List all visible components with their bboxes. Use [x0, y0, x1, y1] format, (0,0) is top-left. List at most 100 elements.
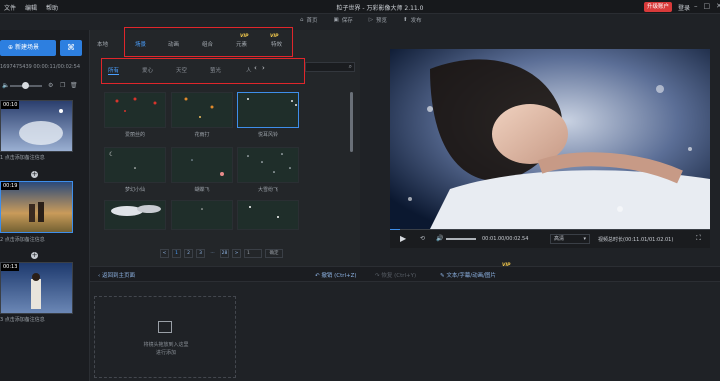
menu-edit[interactable]: 编辑	[25, 3, 37, 12]
back-label: 返回到主页面	[101, 273, 135, 279]
page-confirm-button[interactable]: 确定	[265, 249, 283, 258]
upgrade-button[interactable]: 升级账户	[644, 2, 672, 12]
page-28[interactable]: 28	[220, 249, 229, 258]
home-icon: ⌂	[300, 17, 304, 23]
effect-tile[interactable]	[104, 92, 166, 128]
login-button[interactable]: 登录	[678, 3, 690, 12]
player-controls: ▶ ⟲ 🔊 00:01.00/00:02.54 高清 ▾ 视频总时长(00:11.…	[390, 230, 710, 248]
save-button[interactable]: ▣ 保存	[334, 16, 353, 24]
preview-label: 预览	[375, 18, 387, 24]
menu-file[interactable]: 文件	[4, 3, 16, 12]
scene-number: 3	[0, 317, 4, 323]
home-button[interactable]: ⌂ 首页	[300, 16, 318, 24]
clarity-select[interactable]: 高清 ▾	[550, 234, 590, 244]
scene-time-badge: 00:13	[1, 263, 20, 271]
page-next[interactable]: >	[232, 249, 241, 258]
search-input[interactable]: ⌕	[305, 62, 355, 72]
video-frame	[390, 49, 710, 229]
library-scrollbar[interactable]	[350, 92, 353, 152]
page-2[interactable]: 2	[184, 249, 193, 258]
tile-image: ☾	[105, 148, 165, 182]
volume-row: 🔈 ⚙ ❐ 🗑	[2, 82, 82, 90]
effect-tile[interactable]	[171, 92, 233, 128]
trash-icon[interactable]: 🗑	[70, 82, 78, 89]
video-preview[interactable]	[390, 49, 710, 229]
tile-caption: 悦耳风铃	[257, 132, 278, 138]
tile-image	[172, 148, 232, 182]
tile-caption: 爱丽丝的	[124, 132, 145, 138]
close-icon[interactable]: ✕	[716, 2, 720, 10]
window-title: 粒子世界 - 万彩影像大师 2.11.0	[336, 5, 424, 12]
page-3[interactable]: 3	[196, 249, 205, 258]
drop-zone-text: 将镜头拖放到入这里 进行添加	[95, 341, 237, 357]
undo-button[interactable]: ↶ 撤销 (Ctrl+Z)	[315, 271, 357, 279]
scene-number: 1	[0, 155, 4, 161]
scene-caption[interactable]: 2 点击添加备注信息	[0, 236, 45, 243]
drop-zone[interactable]: 将镜头拖放到入这里 进行添加	[94, 296, 236, 378]
svg-text:☾: ☾	[109, 151, 114, 158]
scene-options-button[interactable]: ⌘	[60, 40, 82, 56]
scene-caption[interactable]: 1 点击添加备注信息	[0, 154, 45, 161]
new-scene-button[interactable]: ⊕ 新建场景	[0, 40, 56, 56]
maximize-icon[interactable]: □	[704, 2, 711, 10]
time-display: 00:01.00/00:02.54	[482, 236, 529, 242]
gear-icon[interactable]: ⚙	[48, 82, 53, 89]
text-subtitle-button[interactable]: ✎ 文本/字幕/动画/图片	[440, 271, 496, 279]
tile-image	[172, 93, 232, 127]
page-goto-input[interactable]: 1	[244, 249, 262, 258]
volume-slider[interactable]	[446, 238, 476, 240]
effect-tile[interactable]	[171, 147, 233, 183]
scene-time-badge: 00:19	[1, 182, 20, 190]
drop-line-1: 将镜头拖放到入这里	[143, 342, 189, 348]
fullscreen-icon[interactable]: ⛶	[696, 234, 701, 243]
effect-tile[interactable]	[104, 200, 166, 230]
play-icon[interactable]: ▶	[400, 234, 406, 243]
preview-button[interactable]: ▷ 预览	[369, 16, 387, 24]
page-1[interactable]: 1	[172, 249, 181, 258]
vip-badge: VIP	[502, 263, 511, 268]
scene-note: 点击添加备注信息	[4, 317, 45, 323]
redo-button[interactable]: ↷ 恢复 (Ctrl+Y)	[375, 271, 416, 279]
volume-knob[interactable]	[22, 82, 29, 89]
scene-thumbnail-selected[interactable]: 00:19	[0, 181, 73, 233]
save-label: 保存	[341, 18, 353, 24]
add-media-icon	[158, 321, 172, 333]
home-label: 首页	[306, 18, 318, 24]
back-to-home-button[interactable]: ‹ 返回到主页面	[98, 271, 135, 279]
tile-image	[238, 148, 298, 182]
effect-tile[interactable]	[171, 200, 233, 230]
tile-image	[238, 93, 298, 127]
scene-number: 2	[0, 237, 4, 243]
add-scene-icon[interactable]: +	[31, 252, 38, 259]
publish-button[interactable]: ⬆ 发布	[403, 16, 422, 24]
drop-line-2: 进行添加	[155, 350, 176, 356]
scene-options-icon: ⌘	[67, 43, 75, 52]
scene-note: 点击添加备注信息	[4, 237, 45, 243]
save-icon: ▣	[333, 17, 339, 23]
search-icon[interactable]: ⌕	[349, 63, 352, 71]
plus-icon: ⊕	[8, 44, 15, 51]
page-prev[interactable]: <	[160, 249, 169, 258]
loop-icon[interactable]: ⟲	[420, 235, 425, 242]
tile-image	[105, 201, 165, 229]
tile-caption: 花雨打	[194, 132, 210, 138]
page-ellipsis: ...	[210, 250, 215, 255]
menu-help[interactable]: 帮助	[46, 3, 58, 12]
volume-icon[interactable]: 🔊	[436, 235, 443, 242]
window-controls: – □ ✕	[694, 2, 720, 10]
scene-thumbnail[interactable]: 00:10	[0, 100, 73, 152]
scene-caption[interactable]: 3 点击添加备注信息	[0, 316, 45, 323]
effect-tile[interactable]	[237, 147, 299, 183]
filter-tabs-highlight	[101, 58, 305, 84]
effect-tile[interactable]: ☾	[104, 147, 166, 183]
effect-tile[interactable]	[237, 200, 299, 230]
preview-icon: ▷	[368, 17, 373, 23]
effect-tile-selected[interactable]	[237, 92, 299, 128]
add-scene-icon[interactable]: +	[31, 171, 38, 178]
minimize-icon[interactable]: –	[694, 2, 698, 10]
volume-icon: 🔈	[2, 82, 10, 89]
scene-thumbnail[interactable]: 00:13	[0, 262, 73, 314]
scene-timecode: 1697475439 00:00:11/00:02:54	[0, 64, 80, 70]
copy-icon[interactable]: ❐	[60, 82, 65, 89]
category-tabs-highlight	[124, 27, 293, 57]
